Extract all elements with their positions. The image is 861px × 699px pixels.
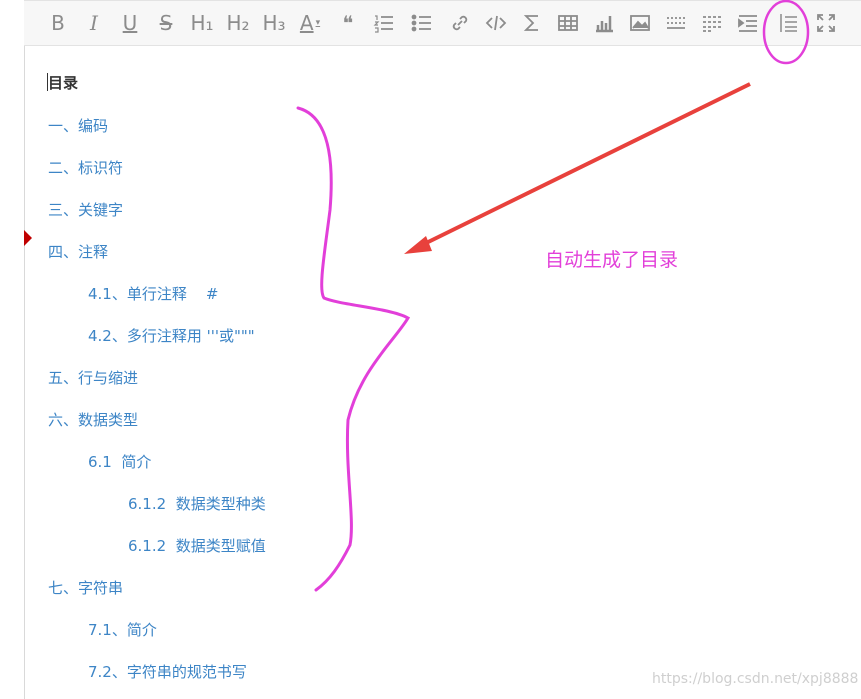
bullet-list-icon [411, 14, 431, 32]
strikethrough-button[interactable]: S [152, 10, 180, 36]
underline-button[interactable]: U [116, 10, 144, 36]
collapse-marker-icon [24, 230, 32, 246]
toc-item[interactable]: 7.2、字符串的规范书写 [88, 661, 247, 682]
image-icon [630, 15, 650, 31]
checklist-icon [703, 16, 721, 32]
italic-button[interactable]: I [80, 10, 108, 36]
table-of-contents-icon [780, 14, 797, 32]
toc-item[interactable]: 五、行与缩进 [48, 367, 138, 388]
chart-button[interactable] [590, 10, 618, 36]
toc-item[interactable]: 三、关键字 [48, 199, 123, 220]
quote-button[interactable]: ❝ [334, 10, 362, 36]
ordered-list-button[interactable] [370, 10, 398, 36]
heading3-button[interactable]: H₃ [260, 10, 288, 36]
toc-item[interactable]: 6.1.2 数据类型赋值 [128, 535, 266, 556]
toc-item[interactable]: 7.1、简介 [88, 619, 157, 640]
toc-title: 目录 [48, 74, 79, 92]
annotation-text: 自动生成了目录 [545, 249, 679, 271]
unordered-list-button[interactable] [408, 10, 436, 36]
toc-item[interactable]: 二、标识符 [48, 157, 123, 178]
fullscreen-icon [817, 14, 835, 32]
toc-item[interactable]: 四、注释 [48, 241, 108, 262]
bold-button[interactable]: B [44, 10, 72, 36]
toc-item[interactable]: 6.1 简介 [88, 451, 151, 472]
task-list-button[interactable] [698, 10, 726, 36]
indent-button[interactable] [734, 10, 762, 36]
fullscreen-button[interactable] [812, 10, 840, 36]
editor-toolbar: B I U S H₁ H₂ H₃ A ▾ ❝ [24, 0, 861, 46]
code-button[interactable] [482, 10, 510, 36]
ordered-list-icon [373, 15, 393, 33]
formula-button[interactable] [518, 10, 546, 36]
font-color-button[interactable]: A ▾ [296, 10, 324, 36]
link-button[interactable] [446, 10, 474, 36]
table-button[interactable] [554, 10, 582, 36]
toc-item[interactable]: 七、字符串 [48, 577, 123, 598]
code-icon [485, 15, 507, 31]
toc-item[interactable]: 6.1.2 数据类型种类 [128, 493, 266, 514]
sigma-icon [523, 15, 538, 31]
horizontal-rule-button[interactable] [662, 10, 690, 36]
toc-item[interactable]: 4.2、多行注释用 '''或""" [88, 325, 255, 346]
heading2-button[interactable]: H₂ [224, 10, 252, 36]
editor-area[interactable] [24, 0, 861, 699]
toc-item[interactable]: 一、编码 [48, 115, 108, 136]
indent-icon [738, 15, 757, 32]
watermark: https://blog.csdn.net/xpj8888 [652, 671, 859, 687]
bar-chart-icon [596, 16, 613, 33]
heading1-button[interactable]: H₁ [188, 10, 216, 36]
toc-button[interactable] [774, 10, 802, 36]
toc-item[interactable]: 4.1、单行注释 # [88, 283, 219, 304]
link-icon [452, 15, 468, 31]
table-icon [558, 15, 578, 31]
horizontal-rule-icon [667, 17, 685, 29]
image-button[interactable] [626, 10, 654, 36]
toc-item[interactable]: 六、数据类型 [48, 409, 138, 430]
